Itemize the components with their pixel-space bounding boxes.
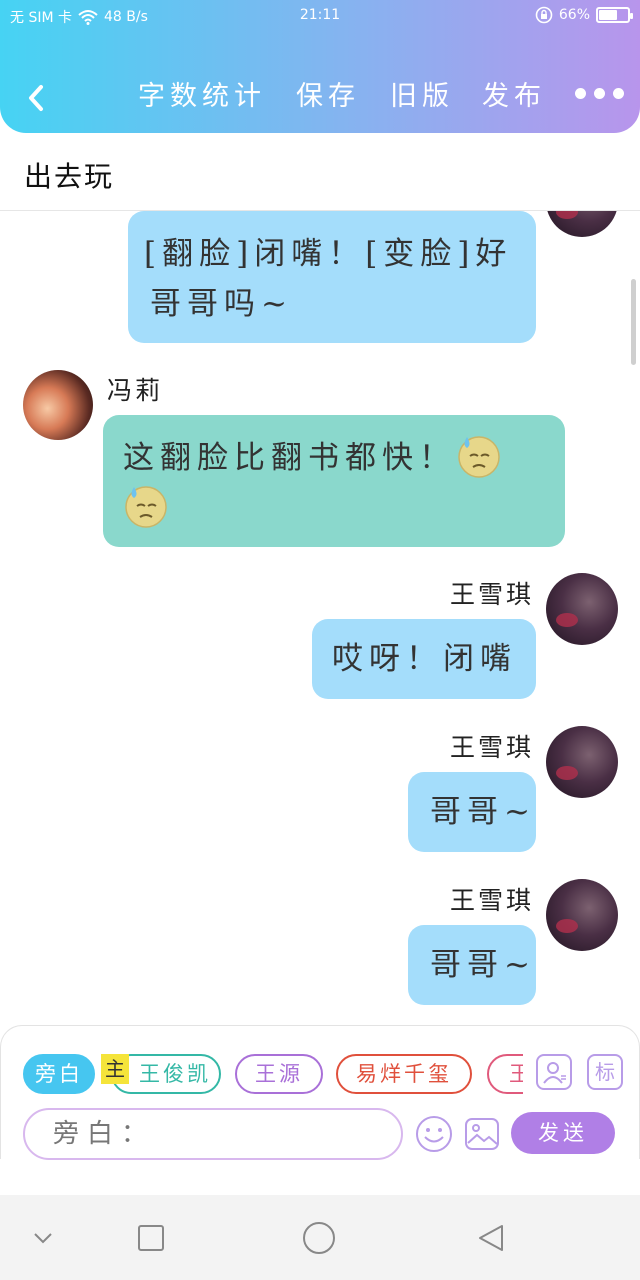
page-title[interactable]: 出去玩	[24, 155, 114, 195]
home-button[interactable]	[302, 1221, 336, 1255]
role-selector: 旁白 王俊凯 主 王源 易烊千玺 王	[23, 1054, 523, 1094]
message-bubble[interactable]: 哥哥~	[408, 925, 536, 1005]
avatar[interactable]	[546, 726, 618, 798]
image-icon[interactable]	[463, 1115, 501, 1153]
old-version-button[interactable]: 旧版	[390, 80, 454, 114]
role-chip-wang-yuan[interactable]: 王源	[235, 1054, 323, 1094]
send-button[interactable]: 发送	[511, 1112, 615, 1154]
composer-panel: 旁白 王俊凯 主 王源 易烊千玺 王 标 旁白： 发送	[0, 1025, 640, 1160]
sweat-emoji-icon	[125, 485, 167, 528]
recent-apps-button[interactable]	[134, 1221, 168, 1255]
message-text: 哥哥~	[430, 794, 536, 830]
chevron-left-icon	[29, 85, 43, 111]
battery-percent: 66%	[558, 7, 590, 23]
rotation-lock-icon	[535, 6, 553, 24]
main-role-badge: 主	[101, 1054, 129, 1084]
more-dot-icon	[575, 88, 586, 99]
person-icon	[543, 1062, 566, 1084]
message-line	[123, 483, 545, 533]
hide-keyboard-button[interactable]	[26, 1221, 60, 1255]
sender-name: 冯莉	[107, 376, 164, 405]
message-line: 这翻脸比翻书都快！	[123, 433, 545, 483]
sender-name: 王雪琪	[449, 580, 534, 609]
publish-button[interactable]: 发布	[482, 80, 546, 114]
message-text: 哎呀！闭嘴	[332, 641, 517, 677]
avatar[interactable]	[546, 211, 618, 237]
more-dot-icon	[594, 88, 605, 99]
save-button[interactable]: 保存	[296, 80, 360, 114]
word-count-button[interactable]: 字数统计	[138, 80, 266, 114]
triangle-back-icon	[479, 1225, 503, 1251]
sweat-emoji-icon	[458, 435, 500, 478]
message-bubble[interactable]: 哥哥~	[408, 772, 536, 852]
app-header: 无 SIM 卡 48 B/s 21:11 66% 字数统计 保存 旧版 发布	[0, 0, 640, 133]
message-bubble[interactable]: 这翻脸比翻书都快！	[103, 415, 565, 547]
role-chip-partial[interactable]: 王	[487, 1054, 523, 1094]
role-chip-yi-yangqianxi[interactable]: 易烊千玺	[336, 1054, 472, 1094]
title-bar: 出去玩	[0, 133, 640, 211]
chat-area[interactable]: [翻脸]闭嘴！[变脸]好 哥哥吗~ 冯莉 这翻脸比翻书都快！ 王雪琪 哎呀！闭嘴	[0, 211, 640, 1025]
back-button[interactable]	[18, 80, 54, 116]
chevron-down-icon	[34, 1233, 52, 1244]
square-icon	[138, 1225, 164, 1251]
character-button[interactable]	[536, 1054, 572, 1090]
tag-button[interactable]: 标	[587, 1054, 623, 1090]
battery-level	[599, 10, 617, 20]
message-input[interactable]: 旁白：	[23, 1108, 403, 1160]
circle-icon	[303, 1222, 335, 1254]
avatar[interactable]	[546, 879, 618, 951]
role-chip-narration[interactable]: 旁白	[23, 1054, 95, 1094]
sender-name: 王雪琪	[449, 886, 534, 915]
message-text: 哥哥吗~	[150, 286, 293, 322]
message-bubble[interactable]: 哎呀！闭嘴	[312, 619, 536, 699]
sender-name: 王雪琪	[449, 733, 534, 762]
smiley-icon[interactable]	[415, 1115, 453, 1153]
back-system-button[interactable]	[474, 1221, 508, 1255]
more-options-button[interactable]	[575, 88, 624, 99]
status-bar: 无 SIM 卡 48 B/s 21:11 66%	[0, 0, 640, 32]
avatar[interactable]	[546, 573, 618, 645]
message-text: [翻脸]闭嘴！[变脸]好	[144, 236, 513, 272]
scrollbar-thumb[interactable]	[631, 279, 636, 365]
top-nav: 字数统计 保存 旧版 发布	[0, 60, 640, 132]
more-dot-icon	[613, 88, 624, 99]
message-bubble[interactable]: [翻脸]闭嘴！[变脸]好 哥哥吗~	[128, 211, 536, 343]
message-text: 哥哥~	[430, 947, 536, 983]
message-text: 这翻脸比翻书都快！	[123, 440, 456, 476]
avatar[interactable]	[23, 370, 93, 440]
battery-icon	[596, 7, 633, 23]
system-nav-bar	[0, 1195, 640, 1280]
